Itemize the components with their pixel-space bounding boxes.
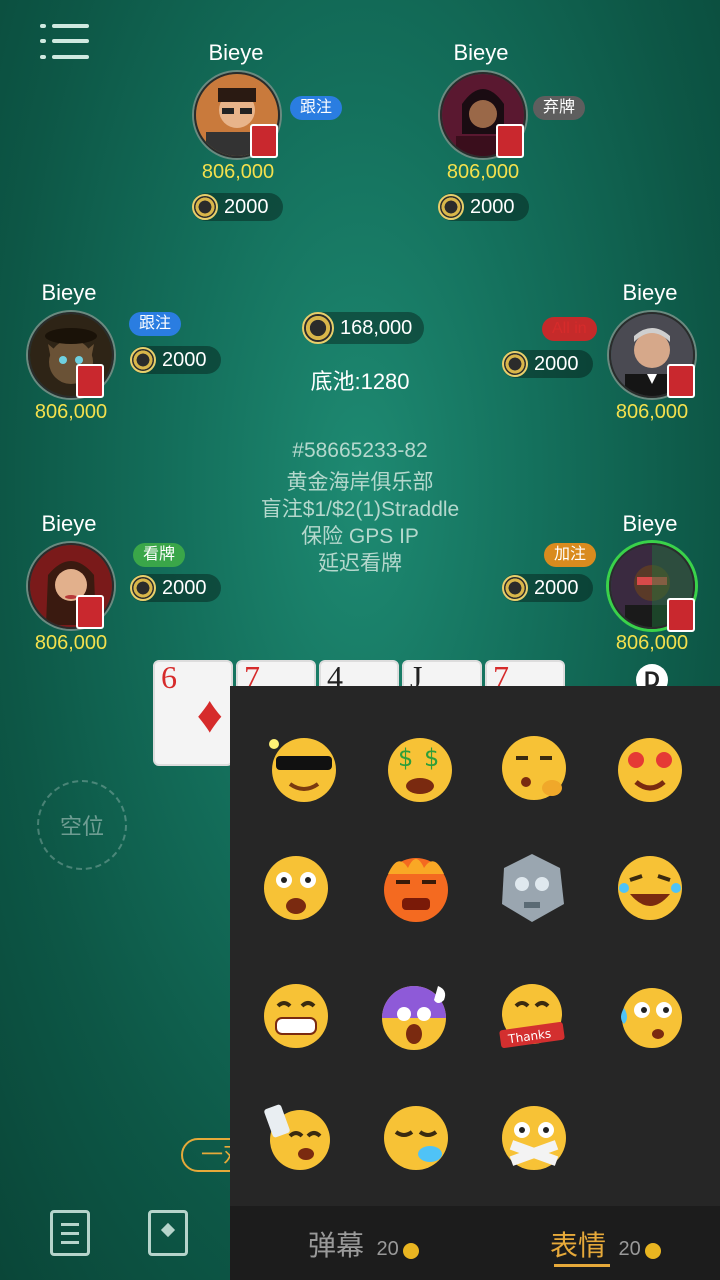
emoji-angry-fire[interactable] [378, 850, 454, 926]
emoji-heart-eyes[interactable] [612, 730, 688, 806]
menu-icon[interactable] [40, 24, 90, 64]
action-tag: 弃牌 [533, 96, 586, 120]
tab-emoji[interactable]: 表情 20 [550, 1224, 662, 1264]
chip-icon [502, 575, 528, 601]
hole-card-back [496, 124, 524, 158]
pot-amount: 168,000 [340, 316, 413, 339]
table-features: 保险 GPS IP [301, 525, 419, 548]
emoji-grinning[interactable] [258, 978, 334, 1054]
empty-seat[interactable]: 空位 [37, 780, 127, 870]
tab-danmaku-label: 弹幕 [308, 1230, 365, 1261]
player-name: Bieye [453, 40, 509, 65]
coin-icon [645, 1242, 662, 1259]
player-stack: 806,000 [446, 161, 520, 183]
player-stack: 806,000 [615, 401, 689, 423]
emoji-screaming[interactable] [378, 978, 454, 1054]
emoji-sleepy[interactable] [378, 1100, 454, 1176]
chip-icon [302, 312, 334, 344]
chip-icon [130, 575, 156, 601]
hole-card-back [76, 595, 104, 629]
player-stack: 806,000 [34, 401, 108, 423]
bet-pill: 2000 [192, 193, 283, 221]
hole-card-back [667, 598, 695, 632]
emoji-toasting[interactable] [260, 1100, 336, 1176]
bet-amount: 2000 [470, 195, 515, 218]
player-stack: 806,000 [34, 632, 108, 654]
chip-icon [438, 194, 464, 220]
player-name: Bieye [208, 40, 264, 65]
bet-pill: 2000 [438, 193, 529, 221]
bet-amount: 2000 [162, 576, 207, 599]
delay-info: 延迟看牌 [318, 552, 402, 575]
action-tag: All in [542, 317, 597, 341]
emoji-shocked[interactable] [258, 850, 334, 926]
player-name: Bieye [622, 280, 678, 305]
active-tab-indicator [554, 1264, 610, 1267]
tab-danmaku[interactable]: 弹幕 20 [308, 1224, 420, 1264]
emoji-cool-sunglasses[interactable] [266, 730, 342, 806]
player-stack: 806,000 [201, 161, 275, 183]
tab-danmaku-cost: 20 [376, 1238, 399, 1260]
bet-pill: 2000 [502, 574, 593, 602]
history-icon[interactable] [50, 1210, 90, 1256]
bet-pill: 2000 [130, 574, 221, 602]
card-suit: ♦ [196, 686, 223, 744]
cards-icon[interactable] [148, 1210, 188, 1256]
emoji-laughing-tears[interactable] [612, 850, 688, 926]
tab-emoji-cost: 20 [618, 1238, 641, 1260]
emoji-thanks[interactable]: Thanks [494, 978, 570, 1054]
emoji-thinking[interactable] [496, 730, 572, 806]
blinds-info: 盲注$1/$2(1)Straddle [260, 498, 460, 521]
coin-icon [403, 1242, 420, 1259]
bet-amount: 2000 [224, 195, 269, 218]
chip-icon [192, 194, 218, 220]
bet-amount: 2000 [534, 576, 579, 599]
club-name: 黄金海岸俱乐部 [286, 471, 434, 494]
base-pot: 底池:1280 [310, 369, 410, 394]
table-id: #58665233-82 [292, 439, 428, 462]
player-stack: 806,000 [615, 632, 689, 654]
pot-total: 168,000 [302, 312, 425, 344]
player-name: Bieye [41, 280, 97, 305]
emoji-sweating[interactable] [612, 978, 688, 1054]
emoji-money-eyes[interactable]: $ $ [382, 730, 458, 806]
svg-text:$: $ [398, 744, 413, 772]
community-card: 6 ♦ [153, 660, 233, 766]
hole-card-back [250, 124, 278, 158]
emoji-frozen[interactable] [494, 850, 570, 926]
action-tag: 跟注 [129, 312, 182, 336]
emoji-mouth-taped[interactable] [496, 1100, 572, 1176]
svg-text:$: $ [424, 744, 439, 772]
action-tag: 跟注 [290, 96, 343, 120]
tab-emoji-label: 表情 [550, 1230, 607, 1261]
